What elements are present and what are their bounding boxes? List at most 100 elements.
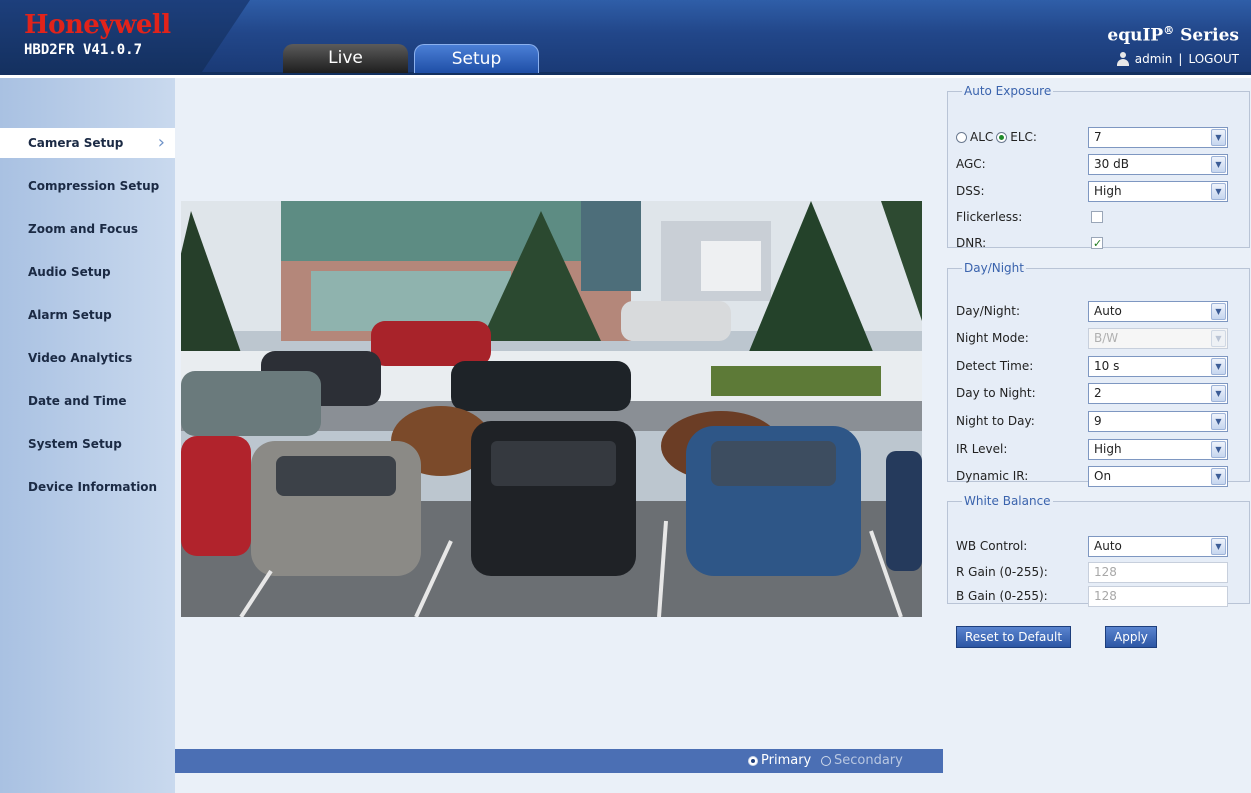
camera-video-feed[interactable] [181,201,922,617]
night-mode-label: Night Mode: [956,331,1029,345]
tab-setup[interactable]: Setup [414,44,539,73]
detect-time-label: Detect Time: [956,359,1034,373]
white-balance-group: White Balance WB Control: Auto ▼ R Gain … [947,494,1250,607]
stream-secondary-radio[interactable]: Secondary [821,753,903,768]
day-night-group: Day/Night Day/Night: Auto ▼ Night Mode: … [947,261,1250,487]
stream-secondary-label: Secondary [834,753,903,768]
agc-row: AGC: 30 dB ▼ [956,153,1229,175]
dropdown-arrow-icon: ▼ [1211,183,1226,200]
dropdown-arrow-icon: ▼ [1211,303,1226,320]
dropdown-arrow-icon: ▼ [1211,358,1226,375]
auto-exposure-title: Auto Exposure [964,84,1052,98]
series-suffix: Series [1174,25,1239,46]
detect-time-value: 10 s [1094,359,1120,373]
wb-control-select[interactable]: Auto ▼ [1088,536,1228,557]
day-night-value: Auto [1094,304,1122,318]
b-gain-input: 128 [1088,586,1228,607]
sidebar-item-date-and-time[interactable]: Date and Time [0,386,175,416]
sidebar-item-alarm-setup[interactable]: Alarm Setup [0,300,175,330]
flickerless-row: Flickerless: [956,206,1229,228]
agc-select[interactable]: 30 dB ▼ [1088,154,1228,175]
dnr-checkbox[interactable] [1091,233,1103,255]
day-to-night-row: Day to Night: 2 ▼ [956,382,1229,404]
stream-selector-bar: Primary Secondary [175,749,943,773]
elc-radio[interactable] [996,131,1008,143]
logout-link[interactable]: LOGOUT [1188,52,1239,66]
dynamic-ir-row: Dynamic IR: On ▼ [956,465,1229,487]
ir-level-value: High [1094,442,1122,456]
sidebar-item-label: System Setup [28,437,122,451]
ir-level-select[interactable]: High ▼ [1088,439,1228,460]
reset-to-default-button[interactable]: Reset to Default [956,626,1072,648]
dropdown-arrow-icon: ▼ [1211,441,1226,458]
exposure-mode-radios: ALC ELC: [956,126,1037,148]
day-to-night-label: Day to Night: [956,386,1036,400]
dropdown-arrow-icon: ▼ [1211,156,1226,173]
user-icon [1116,52,1129,66]
stream-primary-radio[interactable]: Primary [748,753,811,768]
sidebar-item-system-setup[interactable]: System Setup [0,429,175,459]
apply-button[interactable]: Apply [1105,626,1157,648]
flickerless-label: Flickerless: [956,210,1023,224]
white-balance-title: White Balance [964,494,1051,508]
alc-label: ALC [970,130,994,144]
dss-select[interactable]: High ▼ [1088,181,1228,202]
dropdown-arrow-icon: ▼ [1211,413,1226,430]
sidebar-item-label: Video Analytics [28,351,133,365]
sidebar-item-zoom-and-focus[interactable]: Zoom and Focus [0,214,175,244]
day-to-night-value: 2 [1094,386,1102,400]
dnr-row: DNR: [956,232,1229,255]
firmware-version: HBD2FR V41.0.7 [24,42,143,58]
flickerless-checkbox[interactable] [1091,211,1103,223]
sidebar-item-audio-setup[interactable]: Audio Setup [0,257,175,287]
dropdown-arrow-icon: ▼ [1211,538,1226,555]
user-area: admin | LOGOUT [1116,52,1239,66]
exposure-mode-row: ALC ELC: 7 ▼ [956,126,1229,148]
sidebar-item-label: Audio Setup [28,265,111,279]
dropdown-arrow-icon: ▼ [1211,129,1226,146]
elc-value: 7 [1094,130,1102,144]
night-mode-value: B/W [1094,331,1119,345]
sidebar-item-label: Date and Time [28,394,127,408]
radio-unselected-icon [821,755,831,766]
dss-row: DSS: High ▼ [956,180,1229,202]
sidebar-item-label: Device Information [28,480,158,494]
dropdown-arrow-icon: ▼ [1211,330,1226,347]
tab-live[interactable]: Live [283,44,408,73]
night-to-day-select[interactable]: 9 ▼ [1088,411,1228,432]
alc-radio[interactable] [956,131,967,143]
auto-exposure-group: Auto Exposure ALC ELC: 7 ▼ AGC: 30 dB ▼ … [947,84,1250,255]
video-frame-illustration [181,201,922,617]
detect-time-select[interactable]: 10 s ▼ [1088,356,1228,377]
dropdown-arrow-icon: ▼ [1211,385,1226,402]
b-gain-label: B Gain (0-255): [956,589,1048,603]
night-to-day-value: 9 [1094,414,1102,428]
ir-level-row: IR Level: High ▼ [956,438,1229,460]
day-night-select[interactable]: Auto ▼ [1088,301,1228,322]
wb-control-row: WB Control: Auto ▼ [956,535,1229,557]
elc-label: ELC: [1010,130,1037,144]
separator: | [1178,52,1183,66]
username: admin [1134,52,1173,66]
radio-selected-icon [748,755,758,766]
sidebar-item-device-information[interactable]: Device Information [0,472,175,502]
chevron-right-icon: › [157,132,165,153]
sidebar-item-label: Compression Setup [28,179,160,193]
dynamic-ir-select[interactable]: On ▼ [1088,466,1228,487]
detect-time-row: Detect Time: 10 s ▼ [956,355,1229,377]
brand-logo: Honeywell [24,10,171,40]
r-gain-row: R Gain (0-255): 128 [956,561,1229,583]
dynamic-ir-value: On [1094,469,1112,483]
agc-value: 30 dB [1094,157,1129,171]
r-gain-label: R Gain (0-255): [956,565,1048,579]
sidebar-item-compression-setup[interactable]: Compression Setup [0,171,175,201]
series-name: equIP [1107,25,1164,46]
wb-control-label: WB Control: [956,539,1028,553]
sidebar-item-label: Camera Setup [28,136,124,150]
sidebar-item-video-analytics[interactable]: Video Analytics [0,343,175,373]
wb-control-value: Auto [1094,539,1122,553]
sidebar-item-label: Alarm Setup [28,308,112,322]
elc-select[interactable]: 7 ▼ [1088,127,1228,148]
sidebar-item-camera-setup[interactable]: Camera Setup › [0,128,175,158]
day-to-night-select[interactable]: 2 ▼ [1088,383,1228,404]
